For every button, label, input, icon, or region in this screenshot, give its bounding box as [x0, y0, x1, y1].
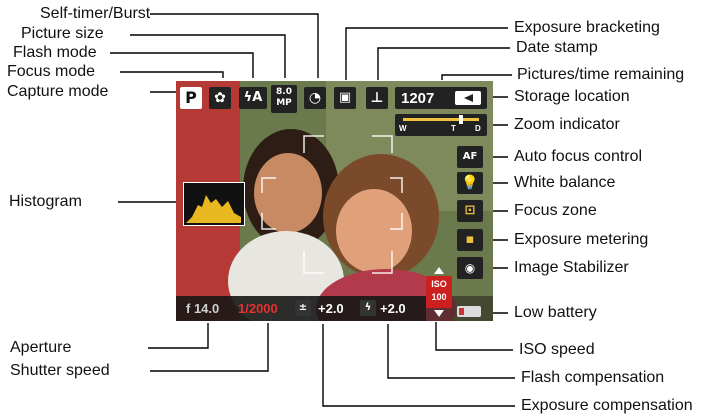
leader-iso-speed: [435, 322, 513, 351]
capture-mode-p-icon: P: [180, 87, 202, 109]
exposure-metering-icon: ▪: [457, 229, 483, 251]
zoom-d-label: D: [475, 124, 481, 133]
zoom-bar: [403, 118, 479, 121]
aperture-value: f 14.0: [186, 301, 220, 316]
label-picture-size: Picture size: [21, 25, 104, 42]
leader-aperture: [148, 323, 209, 349]
shutter-speed-value: 1/2000: [238, 301, 278, 316]
label-white-balance: White balance: [514, 174, 616, 191]
label-flash-mode: Flash mode: [13, 44, 97, 61]
leader-focus-mode: [120, 71, 224, 78]
zoom-indicator: W T D: [395, 114, 487, 136]
label-shutter-speed: Shutter speed: [10, 362, 110, 379]
pictures-remaining-value: 1207: [401, 90, 435, 107]
iso-up-arrow-icon: [434, 267, 444, 274]
auto-focus-icon: AF: [457, 146, 483, 168]
date-stamp-icon: ⊥: [366, 87, 388, 109]
flash-mode-icon: ϟA: [239, 87, 267, 109]
label-image-stabilizer: Image Stabilizer: [514, 259, 629, 276]
zoom-w-label: W: [399, 124, 407, 133]
picture-size-icon: 8.0 MP: [271, 85, 297, 113]
low-battery-level: [459, 308, 464, 315]
iso-badge: ISO 100: [426, 276, 452, 308]
label-aperture: Aperture: [10, 339, 72, 356]
flash-compensation-value: +2.0: [380, 301, 406, 316]
leader-exposure-compensation: [322, 324, 515, 407]
leader-flash-compensation: [387, 324, 515, 379]
label-date-stamp: Date stamp: [516, 39, 598, 56]
label-pictures-time-remaining: Pictures/time remaining: [517, 66, 685, 83]
leader-exposure-bracketing: [345, 27, 508, 80]
label-flash-compensation: Flash compensation: [521, 369, 665, 386]
histogram: [183, 182, 245, 226]
iso-down-arrow-icon: [434, 310, 444, 317]
label-low-battery: Low battery: [514, 304, 597, 321]
iso-value: 100: [431, 292, 447, 302]
camera-lcd-screen: P ✿ ϟA 8.0 MP ◔ ▣ ⊥ 1207 W T D AF 💡 ⊡ ▪ …: [176, 81, 493, 321]
bottom-status-bar: f 14.0 1/2000 ± +2.0 ϟ +2.0: [176, 296, 426, 321]
white-balance-bulb-icon: 💡: [457, 172, 483, 194]
iso-speed-control: ISO 100: [426, 267, 452, 319]
leader-flash-mode: [110, 52, 254, 78]
label-capture-mode: Capture mode: [7, 83, 109, 100]
label-storage-location: Storage location: [514, 88, 630, 105]
histogram-graph: [186, 195, 241, 223]
flash-compensation-icon: ϟ: [360, 300, 376, 316]
label-auto-focus-control: Auto focus control: [514, 148, 643, 165]
zoom-slider-handle: [459, 115, 463, 124]
label-exposure-metering: Exposure metering: [514, 231, 649, 248]
exposure-compensation-value: +2.0: [318, 301, 344, 316]
label-exposure-compensation: Exposure compensation: [521, 397, 693, 414]
leader-pictures-remaining: [441, 74, 512, 80]
pictures-remaining-box: 1207: [395, 87, 487, 109]
low-battery-icon: [457, 306, 481, 317]
label-focus-mode: Focus mode: [7, 63, 96, 80]
label-exposure-bracketing: Exposure bracketing: [514, 19, 660, 36]
label-focus-zone: Focus zone: [514, 202, 597, 219]
leader-shutter-speed: [150, 323, 269, 372]
image-stabilizer-icon: ◉: [457, 257, 483, 279]
label-iso-speed: ISO speed: [519, 341, 595, 358]
storage-card-icon: [455, 91, 481, 105]
leader-self-timer: [150, 13, 319, 78]
focus-zone-icon: ⊡: [457, 200, 483, 222]
self-timer-icon: ◔: [304, 87, 326, 109]
exposure-compensation-icon: ±: [295, 300, 311, 316]
label-histogram: Histogram: [9, 193, 82, 210]
label-self-timer-burst: Self-timer/Burst: [40, 5, 151, 22]
iso-label: ISO: [431, 279, 447, 289]
focus-mode-macro-icon: ✿: [209, 87, 231, 109]
zoom-t-label: T: [451, 124, 456, 133]
label-zoom-indicator: Zoom indicator: [514, 116, 620, 133]
exposure-bracketing-icon: ▣: [334, 87, 356, 109]
